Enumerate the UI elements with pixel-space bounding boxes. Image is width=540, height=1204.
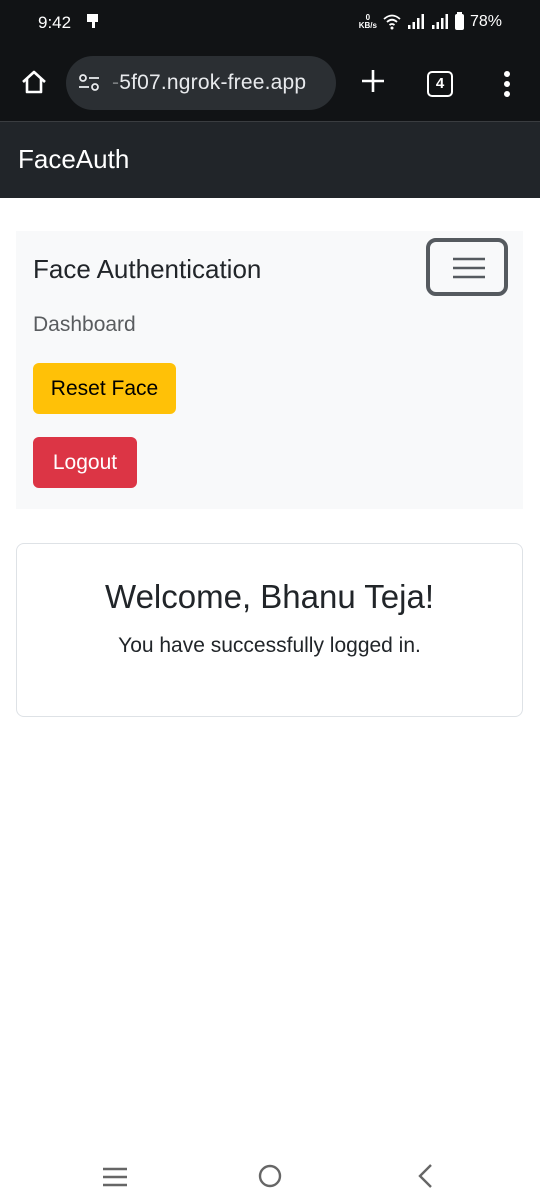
signal-icon: [407, 14, 424, 29]
battery-percent: 78%: [469, 13, 502, 30]
welcome-title: Welcome, Bhanu Teja!: [105, 578, 434, 615]
welcome-card: Welcome, Bhanu Teja! You have successful…: [16, 543, 523, 717]
tabs-icon[interactable]: 4: [427, 71, 453, 97]
navbar-toggler-button[interactable]: [426, 238, 508, 296]
welcome-text: You have successfully logged in.: [118, 634, 421, 657]
reset-face-button[interactable]: Reset Face: [33, 363, 176, 414]
plus-icon[interactable]: [360, 68, 386, 94]
network-speed: 0 KB/s: [358, 13, 377, 30]
status-indicators: 0 KB/s 78%: [359, 11, 502, 33]
nav-panel: Face Authentication Dashboard Reset Face…: [16, 231, 523, 509]
address-bar[interactable]: -5f07.ngrok-free.app: [66, 56, 336, 110]
nav-panel-title[interactable]: Face Authentication: [33, 254, 261, 285]
back-icon[interactable]: [416, 1163, 434, 1189]
tune-icon[interactable]: [78, 73, 100, 93]
recent-apps-icon[interactable]: [102, 1166, 128, 1188]
status-time: 9:42: [38, 13, 72, 32]
system-nav-bar: [0, 1150, 540, 1204]
more-vert-icon[interactable]: [503, 71, 511, 97]
hamburger-icon: [453, 257, 485, 279]
browser-toolbar: -5f07.ngrok-free.app 4: [0, 44, 540, 122]
app-navbar: FaceAuth: [0, 122, 540, 198]
home-circle-icon[interactable]: [258, 1164, 282, 1188]
status-bar: 9:42 0 KB/s 78%: [0, 0, 540, 44]
wifi-icon: [383, 14, 401, 30]
battery-icon: [454, 12, 464, 30]
navbar-brand[interactable]: FaceAuth: [18, 144, 129, 175]
notification-icon: [87, 14, 98, 28]
nav-link-dashboard[interactable]: Dashboard: [33, 313, 136, 337]
url-text: -5f07.ngrok-free.app: [112, 71, 307, 94]
home-icon[interactable]: [20, 68, 48, 96]
signal-icon-2: [431, 14, 448, 29]
logout-button[interactable]: Logout: [33, 437, 137, 488]
